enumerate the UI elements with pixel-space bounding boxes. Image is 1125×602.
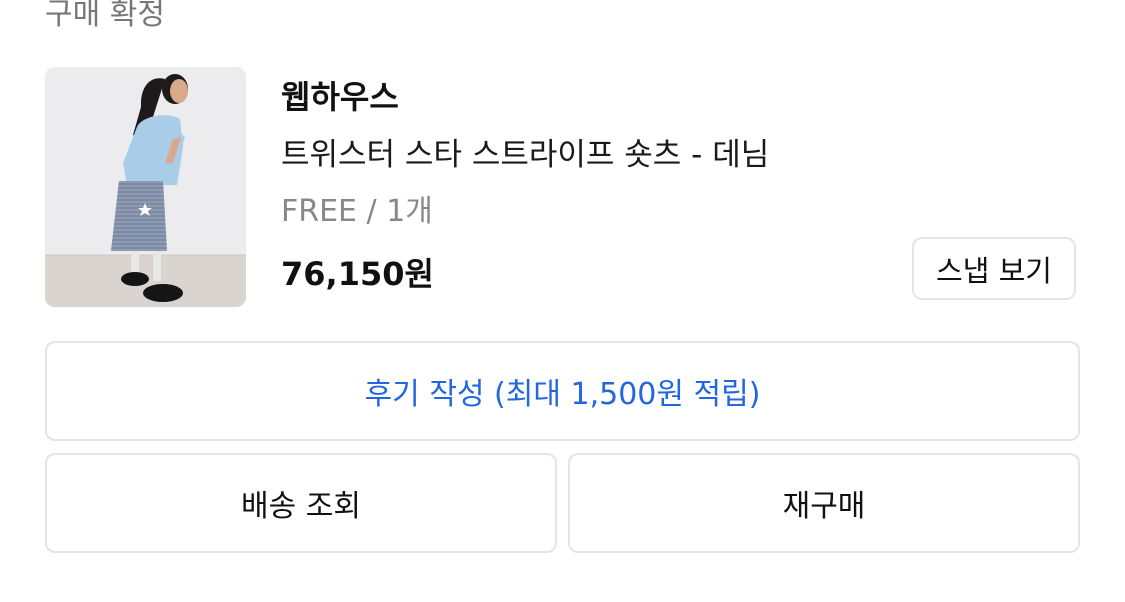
rebuy-button[interactable]: 재구매 bbox=[568, 453, 1080, 553]
product-option: FREE / 1개 bbox=[281, 194, 433, 229]
write-review-button[interactable]: 후기 작성 (최대 1,500원 적립) bbox=[45, 341, 1080, 441]
product-thumbnail[interactable] bbox=[45, 67, 246, 307]
product-price: 76,150원 bbox=[281, 255, 434, 293]
track-delivery-button[interactable]: 배송 조회 bbox=[45, 453, 557, 553]
snap-view-button[interactable]: 스냅 보기 bbox=[912, 237, 1076, 300]
order-status-label: 구매 확정 bbox=[45, 0, 165, 32]
product-name[interactable]: 트위스터 스타 스트라이프 숏츠 - 데님 bbox=[281, 129, 769, 174]
brand-name[interactable]: 웹하우스 bbox=[281, 72, 399, 118]
product-photo-icon bbox=[45, 67, 246, 307]
